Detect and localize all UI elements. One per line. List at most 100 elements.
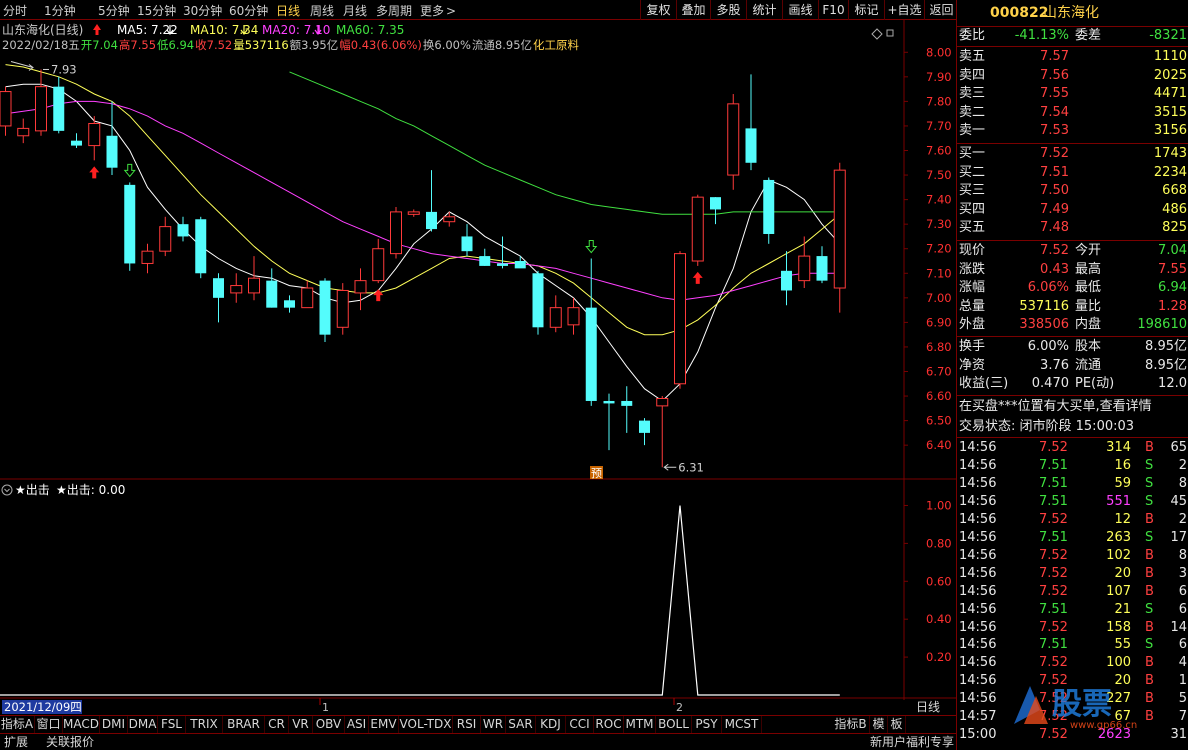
period-tab-7[interactable]: 日线 bbox=[276, 2, 300, 19]
candle[interactable] bbox=[390, 206, 402, 259]
candle[interactable] bbox=[497, 236, 508, 269]
candle[interactable] bbox=[407, 209, 420, 217]
indicator-right-tab-1[interactable]: 指标B bbox=[832, 716, 870, 734]
candle[interactable] bbox=[159, 216, 172, 257]
toolbar-button-2[interactable]: 叠加 bbox=[676, 0, 710, 20]
candle[interactable] bbox=[248, 256, 260, 301]
indicator-tab-3[interactable]: MACD bbox=[63, 716, 100, 734]
candle[interactable] bbox=[124, 182, 136, 271]
indicator-right-tab-2[interactable]: 模 bbox=[870, 716, 888, 734]
toolbar-button-9[interactable]: 返回 bbox=[924, 0, 958, 20]
candle[interactable] bbox=[798, 236, 811, 289]
indicator-tab-24[interactable]: MCST bbox=[722, 716, 762, 734]
period-tab-8[interactable]: 周线 bbox=[310, 2, 334, 19]
candle[interactable] bbox=[0, 86, 12, 136]
indicator-tab-9[interactable]: CR bbox=[265, 716, 289, 734]
candle[interactable] bbox=[461, 224, 473, 257]
candle[interactable] bbox=[585, 258, 597, 406]
candle[interactable] bbox=[656, 396, 669, 468]
status-promo[interactable]: 新用户福利专享 bbox=[870, 734, 954, 750]
indicator-tab-10[interactable]: VR bbox=[289, 716, 313, 734]
indicator-tab-23[interactable]: PSY bbox=[692, 716, 722, 734]
period-label[interactable]: 日线 bbox=[916, 700, 940, 714]
chart-area[interactable]: 山东海化(日线) MA5: 7.22 MA10: 7.34 MA20: 7.10 MA6… bbox=[0, 20, 956, 720]
indicator-tab-20[interactable]: ROC bbox=[594, 716, 624, 734]
candle[interactable] bbox=[177, 216, 189, 242]
candle[interactable] bbox=[621, 386, 633, 433]
indicator-right-tab-3[interactable]: 板 bbox=[888, 716, 906, 734]
candle[interactable] bbox=[35, 69, 47, 136]
period-tab-9[interactable]: 月线 bbox=[343, 2, 367, 19]
indicator-tab-5[interactable]: DMA bbox=[128, 716, 158, 734]
period-tab-2[interactable]: 1分钟 bbox=[44, 2, 76, 19]
period-tab-3[interactable]: 5分钟 bbox=[98, 2, 130, 19]
indicator-tab-6[interactable]: FSL bbox=[158, 716, 186, 734]
toolbar-button-7[interactable]: 标记 bbox=[848, 0, 884, 20]
candle[interactable] bbox=[195, 216, 207, 279]
period-tab-4[interactable]: 15分钟 bbox=[137, 2, 176, 19]
indicator-tab-13[interactable]: EMV bbox=[369, 716, 399, 734]
candle[interactable] bbox=[53, 76, 65, 134]
period-tab-11[interactable]: 更多 > bbox=[420, 2, 456, 19]
indicator-tab-19[interactable]: CCI bbox=[566, 716, 594, 734]
candle[interactable] bbox=[141, 243, 154, 274]
candle[interactable] bbox=[833, 162, 846, 313]
candle[interactable] bbox=[106, 101, 118, 176]
indicator-tab-21[interactable]: MTM bbox=[624, 716, 656, 734]
square-icon[interactable] bbox=[886, 29, 894, 37]
toolbar-button-6[interactable]: F10 bbox=[818, 0, 848, 20]
period-tab-10[interactable]: 多周期 bbox=[376, 2, 412, 19]
candle[interactable] bbox=[284, 295, 295, 313]
indicator-tab-17[interactable]: SAR bbox=[506, 716, 536, 734]
indicator-tab-15[interactable]: RSI bbox=[453, 716, 481, 734]
indicator-tab-4[interactable]: DMI bbox=[100, 716, 128, 734]
indicator-tab-2[interactable]: 窗口 bbox=[35, 716, 63, 734]
toolbar-button-1[interactable]: 复权 bbox=[640, 0, 676, 20]
candle[interactable] bbox=[372, 238, 385, 284]
toolbar-button-5[interactable]: 画线 bbox=[782, 0, 818, 20]
candle[interactable] bbox=[266, 268, 278, 308]
forecast-badge[interactable]: 预 bbox=[590, 466, 603, 480]
candle[interactable] bbox=[17, 118, 30, 144]
candle[interactable] bbox=[479, 248, 491, 266]
candle[interactable] bbox=[88, 116, 101, 161]
indicator-tab-11[interactable]: OBV bbox=[313, 716, 345, 734]
candle[interactable] bbox=[354, 268, 367, 311]
candle[interactable] bbox=[532, 270, 544, 335]
candle[interactable] bbox=[230, 273, 243, 303]
candle[interactable] bbox=[745, 74, 757, 171]
toolbar-button-8[interactable]: +自选 bbox=[884, 0, 924, 20]
indicator-tab-18[interactable]: KDJ bbox=[536, 716, 566, 734]
diamond-icon[interactable] bbox=[871, 28, 883, 40]
indicator-tab-14[interactable]: VOL-TDX bbox=[399, 716, 453, 734]
indicator-tab-1[interactable]: 指标A bbox=[0, 716, 35, 734]
indicator-tab-8[interactable]: BRAR bbox=[223, 716, 265, 734]
period-tab-1[interactable]: 分时 bbox=[3, 2, 27, 19]
toolbar-button-4[interactable]: 统计 bbox=[746, 0, 782, 20]
period-tab-5[interactable]: 30分钟 bbox=[183, 2, 222, 19]
indicator-tab-22[interactable]: BOLL bbox=[656, 716, 692, 734]
candle[interactable] bbox=[763, 177, 775, 244]
candle[interactable] bbox=[816, 246, 828, 284]
candle[interactable] bbox=[319, 278, 331, 343]
candle[interactable] bbox=[567, 297, 580, 335]
candle[interactable] bbox=[781, 251, 792, 306]
candle[interactable] bbox=[549, 295, 562, 333]
chart-canvas[interactable]: 山东海化(日线) MA5: 7.22 MA10: 7.34 MA20: 7.10 MA6… bbox=[0, 20, 956, 720]
candle[interactable] bbox=[301, 280, 314, 309]
candle[interactable] bbox=[213, 273, 224, 323]
candle[interactable] bbox=[674, 251, 686, 389]
indicator-tab-16[interactable]: WR bbox=[481, 716, 506, 734]
candle[interactable] bbox=[710, 197, 721, 225]
candle[interactable] bbox=[603, 393, 615, 451]
big-order-notice[interactable]: 在买盘***位置有大买单,查看详情 bbox=[957, 398, 1188, 416]
toolbar-button-3[interactable]: 多股 bbox=[710, 0, 746, 20]
status-related-quote[interactable]: 关联报价 bbox=[46, 734, 94, 750]
candle[interactable] bbox=[336, 283, 349, 335]
candle[interactable] bbox=[71, 133, 82, 149]
candle[interactable] bbox=[691, 194, 704, 266]
indicator-tab-7[interactable]: TRIX bbox=[186, 716, 223, 734]
candle[interactable] bbox=[727, 94, 740, 190]
period-tab-6[interactable]: 60分钟 bbox=[229, 2, 268, 19]
candle[interactable] bbox=[514, 256, 526, 269]
